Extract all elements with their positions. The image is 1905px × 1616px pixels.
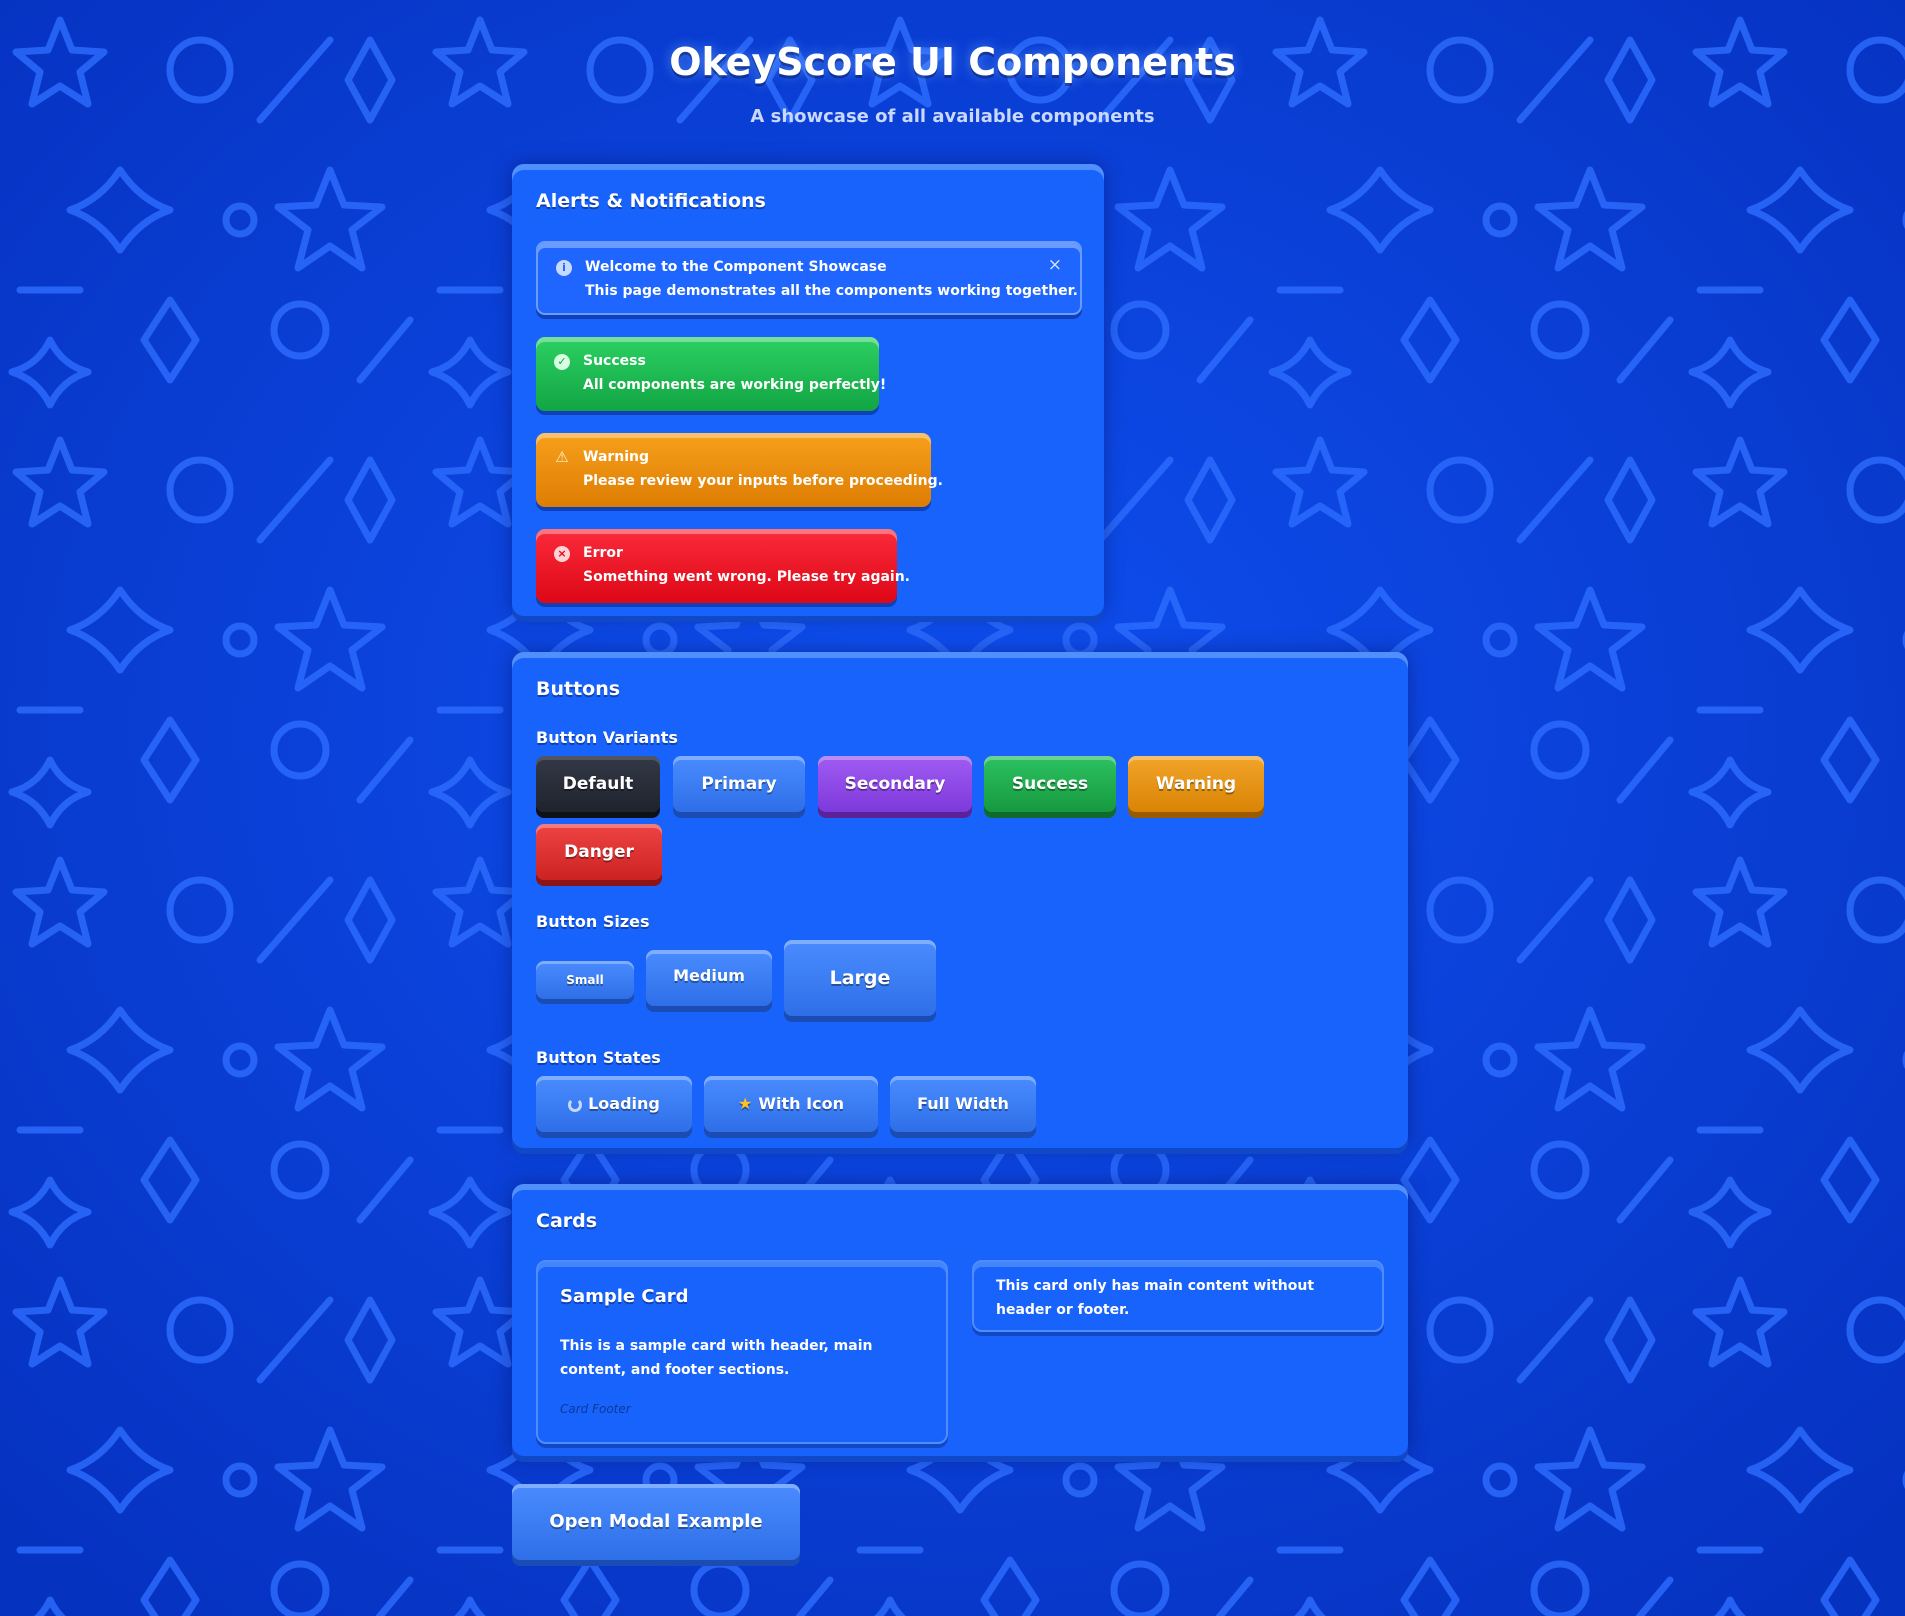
star-icon: ★ xyxy=(738,1094,753,1113)
buttons-panel-title: Buttons xyxy=(536,678,621,700)
button-label: Warning xyxy=(1155,774,1237,794)
page-title: OkeyScore UI Components xyxy=(669,40,1236,84)
alert-message: Something went wrong. Please try again. xyxy=(583,569,911,585)
alert-message: All components are working perfectly! xyxy=(583,377,887,393)
button-label: Medium xyxy=(673,966,745,985)
buttons-panel: Buttons Button Variants Default Primary … xyxy=(512,652,1408,1148)
button-label: With Icon xyxy=(758,1094,844,1113)
button-label: Primary xyxy=(701,774,777,794)
danger-button[interactable]: Danger xyxy=(536,824,662,880)
spinner-icon xyxy=(568,1097,583,1112)
secondary-button[interactable]: Secondary xyxy=(818,756,972,812)
open-modal-button[interactable]: Open Modal Example xyxy=(512,1484,800,1560)
warning-triangle-icon: ⚠ xyxy=(555,448,569,466)
button-label: Success xyxy=(1011,774,1089,794)
medium-button[interactable]: Medium xyxy=(646,950,772,1006)
with-icon-button[interactable]: ★ With Icon xyxy=(704,1076,878,1132)
button-sizes-title: Button Sizes xyxy=(536,912,650,931)
button-label: Large xyxy=(829,967,891,989)
alert-message: Please review your inputs before proceed… xyxy=(583,473,943,489)
button-label: Full Width xyxy=(917,1094,1009,1113)
alert-message: This page demonstrates all the component… xyxy=(585,283,1078,299)
button-label: Open Modal Example xyxy=(549,1511,763,1532)
success-alert: ✓ Success All components are working per… xyxy=(536,337,886,411)
card-footer: Card Footer xyxy=(560,1402,631,1416)
cards-panel-title: Cards xyxy=(536,1210,598,1232)
card-body: This card only has main content without … xyxy=(996,1278,1315,1318)
info-alert: i Welcome to the Component Showcase This… xyxy=(536,241,1082,315)
warning-alert: ⚠ Warning Please review your inputs befo… xyxy=(536,433,943,507)
close-icon[interactable]: × xyxy=(1048,255,1062,275)
button-label: Default xyxy=(562,774,634,794)
button-label: Secondary xyxy=(844,774,946,794)
page-subtitle: A showcase of all available components xyxy=(750,106,1155,127)
plain-card: This card only has main content without … xyxy=(972,1260,1384,1332)
card-body: This is a sample card with header, main … xyxy=(560,1338,873,1378)
alerts-panel: Alerts & Notifications i Welcome to the … xyxy=(512,164,1104,616)
success-button[interactable]: Success xyxy=(984,756,1116,812)
error-circle-icon: × xyxy=(554,546,570,562)
cards-panel: Cards Sample Card This is a sample card … xyxy=(512,1184,1408,1456)
small-button[interactable]: Small xyxy=(536,961,634,999)
sample-card: Sample Card This is a sample card with h… xyxy=(536,1260,948,1444)
error-alert: × Error Something went wrong. Please try… xyxy=(536,529,910,603)
alert-title: Warning xyxy=(583,449,650,465)
button-variants-title: Button Variants xyxy=(536,728,678,747)
warning-button[interactable]: Warning xyxy=(1128,756,1264,812)
alert-title: Success xyxy=(583,353,646,369)
alert-title: Error xyxy=(583,545,623,561)
full-width-button[interactable]: Full Width xyxy=(890,1076,1036,1132)
primary-button[interactable]: Primary xyxy=(673,756,805,812)
loading-button[interactable]: Loading xyxy=(536,1076,692,1132)
button-label: Small xyxy=(566,973,604,987)
large-button[interactable]: Large xyxy=(784,940,936,1016)
button-states-title: Button States xyxy=(536,1048,661,1067)
card-header: Sample Card xyxy=(560,1286,689,1307)
button-label: Danger xyxy=(564,842,634,862)
default-button[interactable]: Default xyxy=(536,756,660,812)
check-circle-icon: ✓ xyxy=(554,354,570,370)
alerts-panel-title: Alerts & Notifications xyxy=(536,190,766,212)
button-label: Loading xyxy=(588,1094,660,1113)
info-icon: i xyxy=(556,260,572,276)
alert-title: Welcome to the Component Showcase xyxy=(585,259,887,275)
